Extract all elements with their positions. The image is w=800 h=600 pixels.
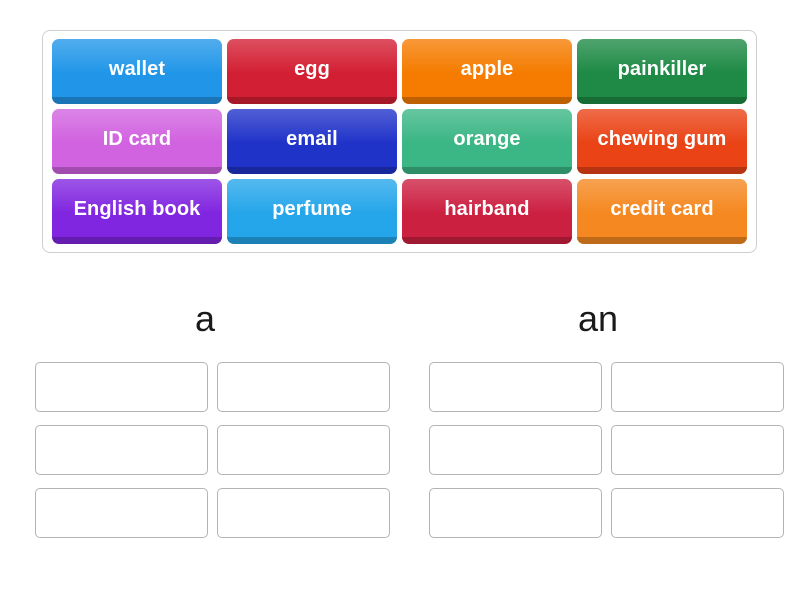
dropzone-slot[interactable] bbox=[35, 488, 208, 538]
word-tile[interactable]: ID card bbox=[52, 109, 222, 174]
dropzone-slot[interactable] bbox=[35, 362, 208, 412]
dropzone-slot[interactable] bbox=[217, 425, 390, 475]
word-bank: wallet egg apple painkiller ID card email oran… bbox=[42, 30, 757, 253]
dropzone-slot[interactable] bbox=[611, 488, 784, 538]
word-tile[interactable]: egg bbox=[227, 39, 397, 104]
category-title-an: an bbox=[577, 298, 619, 339]
word-tile[interactable]: email bbox=[227, 109, 397, 174]
word-tile[interactable]: chewing gum bbox=[577, 109, 747, 174]
word-tile[interactable]: perfume bbox=[227, 179, 397, 244]
word-tile-grid: wallet egg apple painkiller ID card email oran… bbox=[52, 39, 747, 244]
word-tile-label: wallet bbox=[108, 58, 166, 80]
word-tile-label: painkiller bbox=[617, 58, 707, 80]
word-tile-label: chewing gum bbox=[597, 128, 727, 150]
word-tile[interactable]: English book bbox=[52, 179, 222, 244]
word-tile[interactable]: orange bbox=[402, 109, 572, 174]
dropzone-slot[interactable] bbox=[217, 362, 390, 412]
word-tile-label: hairband bbox=[444, 198, 530, 220]
activity-stage: wallet egg apple painkiller ID card email oran… bbox=[0, 0, 800, 600]
dropzone-group-an bbox=[429, 362, 784, 538]
word-tile-label: egg bbox=[294, 58, 330, 80]
word-tile-label: email bbox=[286, 128, 338, 150]
dropzone-slot[interactable] bbox=[429, 488, 602, 538]
dropzone-slot[interactable] bbox=[35, 425, 208, 475]
category-header-row: a an bbox=[0, 296, 800, 346]
dropzone-slot[interactable] bbox=[217, 488, 390, 538]
category-title-a: a bbox=[194, 298, 216, 339]
word-tile[interactable]: credit card bbox=[577, 179, 747, 244]
word-tile-label: orange bbox=[453, 128, 521, 150]
dropzone-slot[interactable] bbox=[429, 362, 602, 412]
dropzone-slot[interactable] bbox=[611, 362, 784, 412]
dropzone-slot[interactable] bbox=[611, 425, 784, 475]
word-tile[interactable]: wallet bbox=[52, 39, 222, 104]
word-tile-label: perfume bbox=[272, 198, 352, 220]
word-tile-label: English book bbox=[73, 198, 201, 220]
word-tile[interactable]: painkiller bbox=[577, 39, 747, 104]
word-tile[interactable]: apple bbox=[402, 39, 572, 104]
word-tile-label: ID card bbox=[102, 128, 172, 150]
word-tile-label: credit card bbox=[610, 198, 714, 220]
word-tile-label: apple bbox=[460, 58, 514, 80]
dropzone-group-a bbox=[35, 362, 390, 538]
dropzone-slot[interactable] bbox=[429, 425, 602, 475]
word-tile[interactable]: hairband bbox=[402, 179, 572, 244]
